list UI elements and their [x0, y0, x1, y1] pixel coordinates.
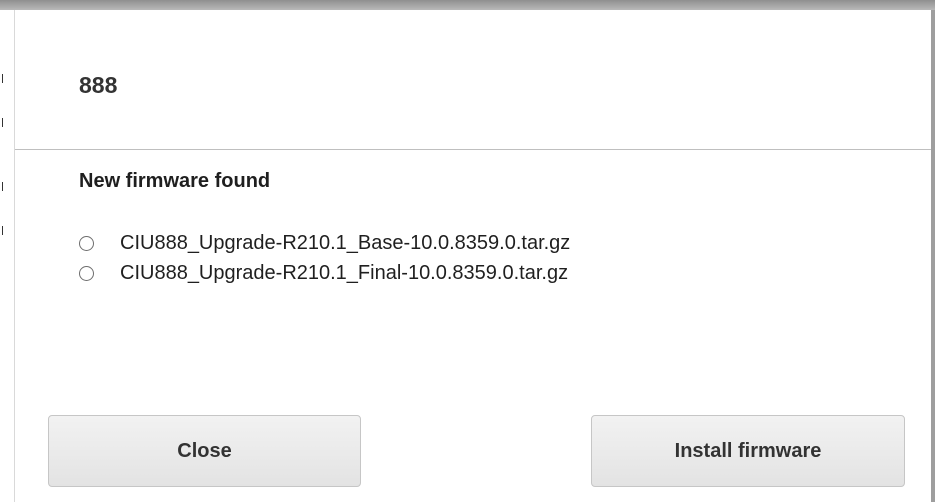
new-firmware-heading: New firmware found [79, 170, 271, 192]
firmware-radio-final[interactable] [79, 265, 94, 281]
close-button[interactable]: Close [48, 415, 361, 487]
firmware-radio-base[interactable] [79, 235, 94, 251]
firmware-option-final[interactable]: CIU888_Upgrade-R210.1_Final-10.0.8359.0.… [79, 258, 570, 288]
firmware-option-label: CIU888_Upgrade-R210.1_Final-10.0.8359.0.… [120, 261, 569, 284]
install-firmware-button[interactable]: Install firmware [591, 415, 905, 487]
background-tick-mark [2, 182, 3, 191]
dialog-title: 888 [79, 72, 118, 98]
background-tick-mark [2, 226, 3, 235]
background-tick-mark [2, 74, 3, 83]
modal-backdrop [0, 0, 935, 10]
firmware-dialog: 888 New firmware found CIU888_Upgrade-R2… [14, 10, 931, 502]
firmware-option-label: CIU888_Upgrade-R210.1_Base-10.0.8359.0.t… [120, 231, 571, 254]
firmware-option-list: CIU888_Upgrade-R210.1_Base-10.0.8359.0.t… [79, 228, 570, 288]
firmware-option-base[interactable]: CIU888_Upgrade-R210.1_Base-10.0.8359.0.t… [79, 228, 570, 258]
background-page-edge [0, 10, 14, 502]
background-tick-mark [2, 118, 3, 127]
dialog-header: 888 [15, 10, 931, 150]
dialog-shadow [931, 10, 935, 502]
